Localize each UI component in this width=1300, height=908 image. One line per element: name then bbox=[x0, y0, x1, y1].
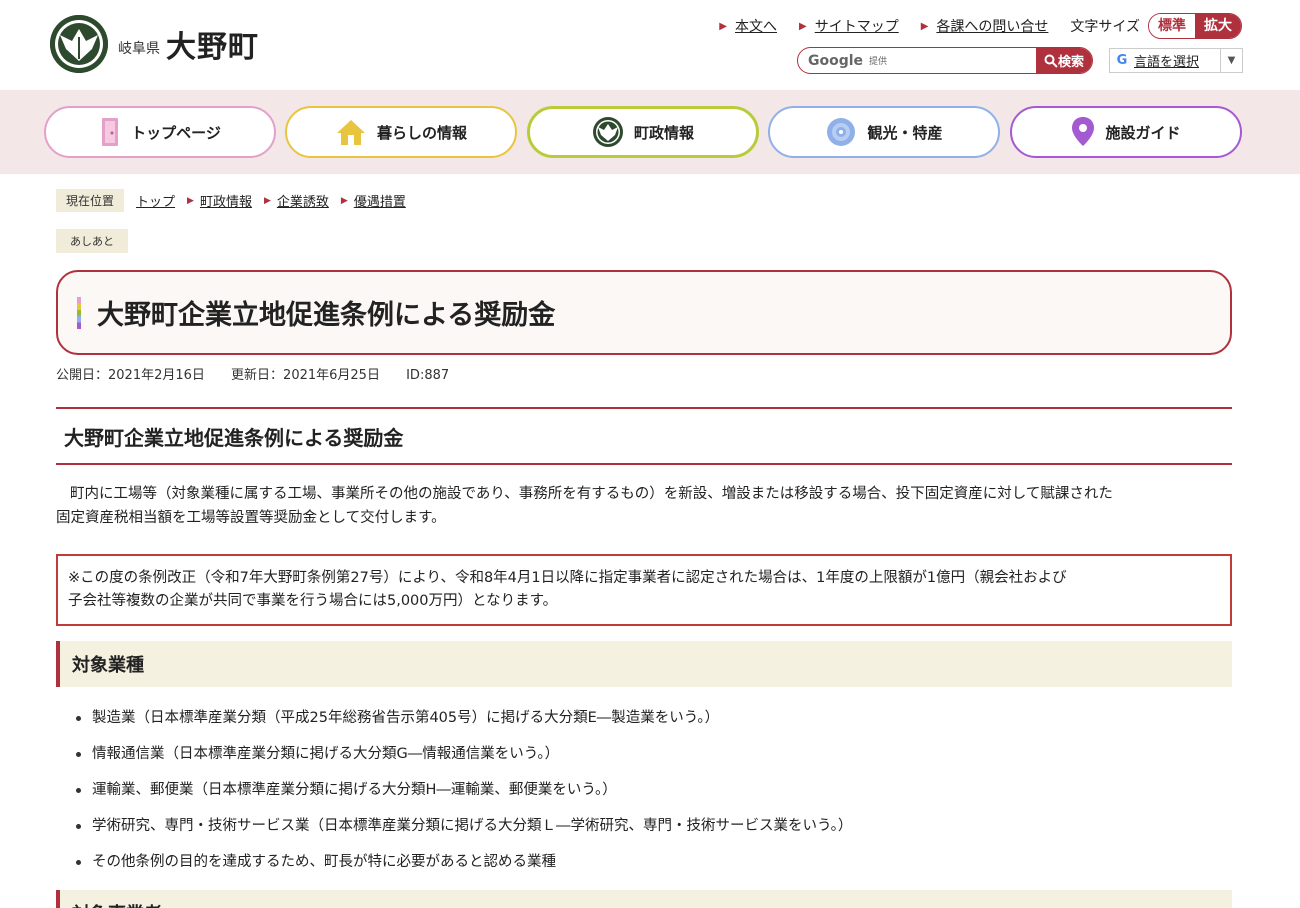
logo-town-name: 大野町 bbox=[166, 30, 259, 65]
sitemap-link[interactable]: ▶ サイトマップ bbox=[799, 16, 899, 36]
dropdown-arrow-icon: ▼ bbox=[1220, 49, 1242, 72]
site-header: 岐阜県 大野町 ▶ 本文へ ▶ サイトマップ ▶ 各課への問い合せ 文字サイズ 標準 … bbox=[0, 0, 1300, 90]
subsection-heading-target-businesses: 対象事業者 bbox=[56, 890, 1232, 908]
intro-line: 固定資産税相当額を工場等設置等奨励金として交付します。 bbox=[56, 510, 446, 526]
list-item: 運輸業、郵便業（日本標準産業分類に掲げる大分類H―運輸業、郵便業をいう。） bbox=[72, 778, 852, 814]
google-brand: Google bbox=[808, 52, 864, 69]
logo-prefecture: 岐阜県 bbox=[118, 41, 160, 57]
search-button-label: 検索 bbox=[1057, 55, 1084, 70]
triangle-icon: ▶ bbox=[263, 195, 271, 206]
page-meta: 公開日：2021年2月16日 更新日：2021年6月25日 ID:887 bbox=[56, 364, 471, 383]
town-emblem-icon bbox=[592, 116, 624, 148]
search-button[interactable]: 検索 bbox=[1036, 48, 1092, 73]
font-size-label: 文字サイズ bbox=[1070, 19, 1140, 35]
notice-box: ※この度の条例改正（令和7年大野町条例第27号）により、令和8年4月1日以降に指… bbox=[56, 554, 1232, 626]
industry-list: 製造業（日本標準産業分類（平成25年総務省告示第405号）に掲げる大分類E―製造… bbox=[72, 706, 852, 886]
search-input[interactable]: Google 提供 bbox=[798, 48, 1036, 73]
google-provided: 提供 bbox=[869, 57, 888, 67]
font-size-standard-button[interactable]: 標準 bbox=[1149, 14, 1195, 38]
house-icon bbox=[335, 118, 367, 146]
nav-label: トップページ bbox=[131, 123, 221, 142]
town-emblem-icon bbox=[50, 15, 108, 73]
triangle-icon: ▶ bbox=[799, 20, 807, 32]
list-item: 製造業（日本標準産業分類（平成25年総務省告示第405号）に掲げる大分類E―製造… bbox=[72, 706, 852, 742]
global-nav: トップページ 暮らしの情報 町政情報 観光・特産 施設ガイド bbox=[0, 90, 1300, 174]
published-date: 公開日：2021年2月16日 bbox=[56, 368, 205, 383]
skip-to-content-link[interactable]: ▶ 本文へ bbox=[719, 16, 777, 36]
nav-town-admin[interactable]: 町政情報 bbox=[527, 106, 759, 158]
intro-paragraph: 町内に工場等（対象業種に属する工場、事業所その他の施設であり、事務所を有するもの… bbox=[56, 482, 1232, 530]
contact-link[interactable]: ▶ 各課への問い合せ bbox=[921, 16, 1049, 36]
nav-facility-guide[interactable]: 施設ガイド bbox=[1010, 106, 1242, 158]
nav-top-page[interactable]: トップページ bbox=[44, 106, 276, 158]
language-select[interactable]: G 言語を選択 ▼ bbox=[1109, 48, 1243, 73]
list-item: 学術研究、専門・技術サービス業（日本標準産業分類に掲げる大分類Ｌ―学術研究、専門… bbox=[72, 814, 852, 850]
nav-living-info[interactable]: 暮らしの情報 bbox=[285, 106, 517, 158]
breadcrumb-item[interactable]: ▶ 企業誘致 bbox=[264, 191, 329, 210]
nav-tourism[interactable]: 観光・特産 bbox=[768, 106, 1000, 158]
section-heading: 大野町企業立地促進条例による奨励金 bbox=[56, 407, 1232, 465]
triangle-icon: ▶ bbox=[719, 20, 727, 32]
rose-icon bbox=[825, 116, 857, 148]
door-icon bbox=[99, 117, 121, 147]
site-logo[interactable]: 岐阜県 大野町 bbox=[50, 15, 259, 73]
search-icon bbox=[1044, 54, 1058, 68]
triangle-icon: ▶ bbox=[187, 195, 194, 206]
page-id: ID:887 bbox=[406, 368, 450, 383]
title-color-bar bbox=[77, 296, 81, 329]
font-size-large-button[interactable]: 拡大 bbox=[1195, 14, 1241, 38]
nav-label: 町政情報 bbox=[633, 123, 694, 142]
list-item: その他条例の目的を達成するため、町長が特に必要があると認める業種 bbox=[72, 850, 852, 886]
updated-date: 更新日：2021年6月25日 bbox=[231, 368, 380, 383]
site-search: Google 提供 検索 bbox=[797, 47, 1093, 74]
ashiato-button[interactable]: あしあと bbox=[56, 229, 128, 253]
nav-label: 観光・特産 bbox=[867, 123, 943, 142]
breadcrumb-item[interactable]: ▶ 町政情報 bbox=[187, 191, 252, 210]
breadcrumb-item[interactable]: トップ bbox=[136, 191, 175, 210]
utility-links: ▶ 本文へ ▶ サイトマップ ▶ 各課への問い合せ 文字サイズ 標準 拡大 bbox=[697, 13, 1242, 39]
triangle-icon: ▶ bbox=[920, 20, 929, 32]
nav-label: 施設ガイド bbox=[1105, 123, 1181, 142]
page-title: 大野町企業立地促進条例による奨励金 bbox=[97, 300, 556, 331]
breadcrumb-item[interactable]: ▶ 優遇措置 bbox=[341, 191, 406, 210]
list-item: 情報通信業（日本標準産業分類に掲げる大分類G―情報通信業をいう。） bbox=[72, 742, 852, 778]
triangle-icon: ▶ bbox=[340, 195, 348, 206]
map-pin-icon bbox=[1071, 116, 1095, 148]
notice-line: 子会社等複数の企業が共同で事業を行う場合には5,000万円）となります。 bbox=[68, 593, 558, 609]
google-g-icon: G bbox=[1116, 53, 1128, 68]
nav-label: 暮らしの情報 bbox=[376, 123, 467, 142]
intro-line: 町内に工場等（対象業種に属する工場、事業所その他の施設であり、事務所を有するもの… bbox=[70, 486, 1113, 502]
page-title-box: 大野町企業立地促進条例による奨励金 bbox=[56, 270, 1232, 355]
subsection-heading-target-industries: 対象業種 bbox=[56, 641, 1232, 687]
breadcrumb: 現在位置 トップ ▶ 町政情報 ▶ 企業誘致 ▶ 優遇措置 bbox=[56, 189, 406, 212]
language-select-label: 言語を選択 bbox=[1134, 55, 1200, 70]
breadcrumb-current-label: 現在位置 bbox=[56, 189, 125, 212]
font-size-switch: 標準 拡大 bbox=[1148, 13, 1242, 39]
notice-line: ※この度の条例改正（令和7年大野町条例第27号）により、令和8年4月1日以降に指… bbox=[68, 570, 1067, 586]
